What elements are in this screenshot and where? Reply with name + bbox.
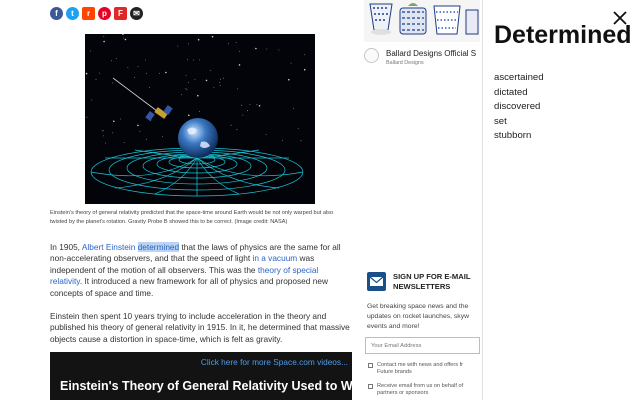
ad-subtitle: Ballard Designs — [386, 60, 424, 66]
spacetime-illustration — [85, 34, 306, 197]
partners-checkbox[interactable]: Receive email from us on behalf of partne… — [368, 383, 480, 397]
synonym-item[interactable]: set — [494, 115, 544, 130]
newsletter-title: SIGN UP FOR E-MAIL NEWSLETTERS — [393, 272, 471, 291]
albert-einstein-link[interactable]: Albert Einstein — [82, 242, 136, 252]
newsletter-description: Get breaking space news and the updates … — [367, 303, 470, 330]
synonym-item[interactable]: discovered — [494, 100, 544, 115]
pinterest-icon[interactable]: p — [98, 7, 111, 20]
dictionary-word: Determined — [494, 21, 632, 49]
ballard-logo-icon — [364, 48, 379, 63]
checkbox[interactable] — [368, 384, 373, 389]
email-field[interactable] — [365, 337, 480, 354]
video-title[interactable]: Einstein's Theory of General Relativity … — [60, 379, 370, 393]
figure-caption: Einstein's theory of general relativity … — [50, 210, 334, 225]
ad-banner[interactable]: Ballard Designs Official S Ballard Desig… — [364, 46, 480, 70]
vacuum-link[interactable]: in a vacuum — [252, 253, 297, 263]
email-icon[interactable]: ✉ — [130, 7, 143, 20]
checkbox[interactable] — [368, 363, 373, 368]
dictionary-panel: Determined ascertained dictated discover… — [482, 0, 640, 400]
article-paragraph: In 1905, Albert Einstein determined that… — [50, 242, 341, 298]
ad-title[interactable]: Ballard Designs Official S — [386, 49, 476, 58]
flipboard-icon[interactable]: F — [114, 7, 127, 20]
twitter-icon[interactable]: t — [66, 7, 79, 20]
selected-word[interactable]: determined — [137, 242, 180, 252]
synonym-item[interactable]: dictated — [494, 86, 544, 101]
synonym-item[interactable]: stubborn — [494, 129, 544, 144]
envelope-icon — [367, 272, 386, 291]
synonym-item[interactable]: ascertained — [494, 71, 544, 86]
article-figure — [85, 34, 315, 204]
article-paragraph: Einstein then spent 10 years trying to i… — [50, 311, 350, 344]
ad-product-image[interactable] — [364, 0, 480, 42]
more-videos-link[interactable]: Click here for more Space.com videos... — [201, 357, 348, 367]
share-bar: f t r p F ✉ — [50, 7, 143, 20]
facebook-icon[interactable]: f — [50, 7, 63, 20]
news-offers-checkbox[interactable]: Contact me with news and offers fr Future… — [368, 362, 480, 376]
reddit-icon[interactable]: r — [82, 7, 95, 20]
synonym-list: ascertained dictated discovered set stub… — [494, 71, 544, 144]
video-player[interactable]: Click here for more Space.com videos... … — [50, 352, 370, 400]
